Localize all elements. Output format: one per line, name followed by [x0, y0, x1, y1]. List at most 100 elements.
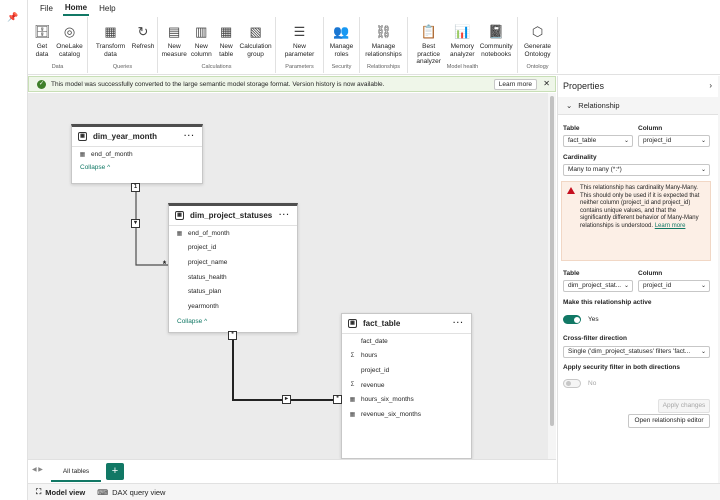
tab-all-tables[interactable]: All tables	[51, 462, 101, 482]
relationship-section-header[interactable]: ⌄ Relationship	[558, 97, 718, 115]
manage-relationships-button[interactable]: ⛓ Manage relationships	[364, 19, 403, 63]
memory-analyzer-button[interactable]: 📊 Memory analyzer	[449, 19, 475, 63]
new-measure-button[interactable]: ▤ New measure	[162, 19, 187, 63]
community-notebooks-button[interactable]: 📓 Community notebooks	[479, 19, 513, 63]
table-icon: ▦	[175, 211, 184, 220]
field-row[interactable]: project_id	[169, 241, 297, 256]
notification-text: This model was successfully converted to…	[51, 80, 385, 88]
generate-ontology-button[interactable]: ⬡ Generate Ontology	[522, 19, 553, 63]
relationship-line-project-fact	[232, 333, 341, 401]
chevron-down-icon: ⌄	[700, 347, 706, 357]
active-toggle[interactable]	[563, 315, 581, 324]
field-row[interactable]: fact_date	[342, 334, 471, 349]
cardinality-warning: This relationship has cardinality Many-M…	[561, 181, 711, 261]
add-layout-button[interactable]: +	[106, 463, 124, 480]
cardinality-select[interactable]: Many to many (*:*) ⌄	[563, 164, 710, 176]
field-row[interactable]: Σrevenue	[342, 378, 471, 393]
get-data-button[interactable]: 🗄 Get data	[32, 19, 52, 63]
field-row[interactable]: Σhours	[342, 349, 471, 364]
field-row[interactable]: project_name	[169, 255, 297, 270]
field-row[interactable]: yearmonth	[169, 299, 297, 314]
transform-data-button[interactable]: ▦ Transform data	[92, 19, 129, 63]
more-options-icon[interactable]: ···	[279, 210, 290, 219]
chevron-down-icon: ⌄	[700, 167, 706, 173]
chevron-down-icon: ⌄	[700, 138, 706, 144]
table2-select[interactable]: dim_project_stat... ⌄	[563, 280, 633, 292]
transform-icon: ▦	[104, 24, 117, 39]
field-row[interactable]: ▦ hours_six_months	[342, 392, 471, 407]
tab-home[interactable]: Home	[62, 1, 90, 16]
apply-changes-button[interactable]: Apply changes	[658, 399, 710, 413]
filter-direction-icon-2: ▸	[282, 395, 291, 404]
onelake-icon: ◎	[63, 24, 76, 39]
close-icon[interactable]: ✕	[543, 79, 550, 88]
column-label: Column	[638, 125, 663, 132]
security-filter-value: No	[588, 380, 597, 387]
new-column-button[interactable]: ▥ New column	[190, 19, 212, 63]
warning-learn-more-link[interactable]: Learn more	[655, 223, 686, 229]
canvas-scrollbar-thumb[interactable]	[550, 96, 554, 426]
best-practice-analyzer-button[interactable]: 📋 Best practice analyzer	[412, 19, 445, 65]
pin-icon[interactable]: 📌	[7, 12, 18, 23]
table-name: dim_project_statuses	[190, 211, 273, 220]
crossfilter-label: Cross-filter direction	[563, 335, 627, 342]
learn-more-button[interactable]: Learn more	[493, 79, 537, 90]
table-label: Table	[563, 125, 580, 132]
column2-select[interactable]: project_id ⌄	[638, 280, 710, 292]
cardinality-many-marker-2: *	[228, 331, 237, 340]
notebook-icon: 📓	[488, 24, 505, 39]
new-table-button[interactable]: ▦ New table	[216, 19, 236, 63]
calculation-group-button[interactable]: ▧ Calculation group	[240, 19, 272, 63]
column1-select[interactable]: project_id ⌄	[638, 135, 710, 147]
refresh-button[interactable]: ↻ Refresh	[132, 19, 155, 63]
field-row[interactable]: status_health	[169, 270, 297, 285]
column-icon: ▥	[195, 24, 208, 39]
ribbon-group-model-health: 📋 Best practice analyzer 📊 Memory analyzer…	[408, 17, 518, 73]
parameter-icon: ☰	[293, 24, 306, 39]
security-filter-toggle[interactable]	[563, 379, 581, 388]
crossfilter-select[interactable]: Single ('dim_project_statuses' filters '…	[563, 346, 710, 358]
dax-icon: ⌨	[97, 487, 109, 497]
ribbon-group-parameters: ☰ New parameter Parameters	[276, 17, 324, 73]
tab-nav-arrows-icon[interactable]: ◀ ▶	[32, 466, 43, 473]
field-row[interactable]: status_plan	[169, 284, 297, 299]
new-parameter-button[interactable]: ☰ New parameter	[280, 19, 319, 63]
sigma-icon: Σ	[350, 382, 355, 389]
table1-select[interactable]: fact_table ⌄	[563, 135, 633, 147]
chevron-down-icon: ⌄	[623, 138, 629, 144]
table-card-fact-table[interactable]: ▦ fact_table ··· fact_date Σhours projec…	[341, 313, 472, 459]
field-row[interactable]: ▦ end_of_month	[169, 226, 297, 241]
checkmark-icon: ✓	[37, 79, 46, 89]
more-options-icon[interactable]: ···	[453, 318, 464, 327]
dax-query-view-button[interactable]: ⌨ DAX query view	[97, 488, 165, 497]
field-row[interactable]: project_id	[342, 363, 471, 378]
cardinality-one-marker: 1	[131, 183, 140, 192]
field-row[interactable]: ▦ end_of_month	[72, 147, 202, 162]
more-options-icon[interactable]: ···	[184, 131, 195, 140]
open-relationship-editor-button[interactable]: Open relationship editor	[628, 414, 710, 428]
properties-pane: Properties › ⌄ Relationship Table Column…	[557, 76, 720, 483]
collapse-link[interactable]: Collapse ^	[169, 318, 297, 325]
roles-icon: 👥	[333, 24, 350, 39]
security-filter-label: Apply security filter in both directions	[563, 364, 681, 371]
chevron-right-icon[interactable]: ›	[709, 81, 712, 90]
memory-icon: 📊	[454, 24, 471, 39]
collapse-link[interactable]: Collapse ^	[72, 164, 202, 171]
chevron-down-icon: ⌄	[566, 101, 573, 110]
table-icon: ▦	[348, 319, 357, 328]
ribbon-group-queries: ▦ Transform data ↻ Refresh Queries	[88, 17, 158, 73]
calendar-icon: ▦	[349, 411, 356, 418]
model-canvas[interactable]: ▦ dim_year_month ··· ▦ end_of_month Colla…	[28, 93, 548, 459]
tab-help[interactable]: Help	[97, 2, 117, 15]
table-card-dim-year-month[interactable]: ▦ dim_year_month ··· ▦ end_of_month Colla…	[71, 124, 203, 184]
relationship-line-year-month	[135, 184, 168, 266]
filter-direction-icon: ▾	[131, 219, 140, 228]
onelake-catalog-button[interactable]: ◎ OneLake catalog	[56, 19, 83, 63]
model-view-button[interactable]: ⛶ Model view	[36, 487, 85, 497]
manage-roles-button[interactable]: 👥 Manage roles	[328, 19, 355, 63]
chevron-down-icon: ⌄	[700, 283, 706, 289]
calendar-icon: ▦	[79, 151, 86, 158]
field-row[interactable]: ▦ revenue_six_months	[342, 407, 471, 422]
table-card-dim-project-statuses[interactable]: ▦ dim_project_statuses ··· ▦ end_of_month…	[168, 203, 298, 333]
tab-file[interactable]: File	[38, 2, 55, 15]
